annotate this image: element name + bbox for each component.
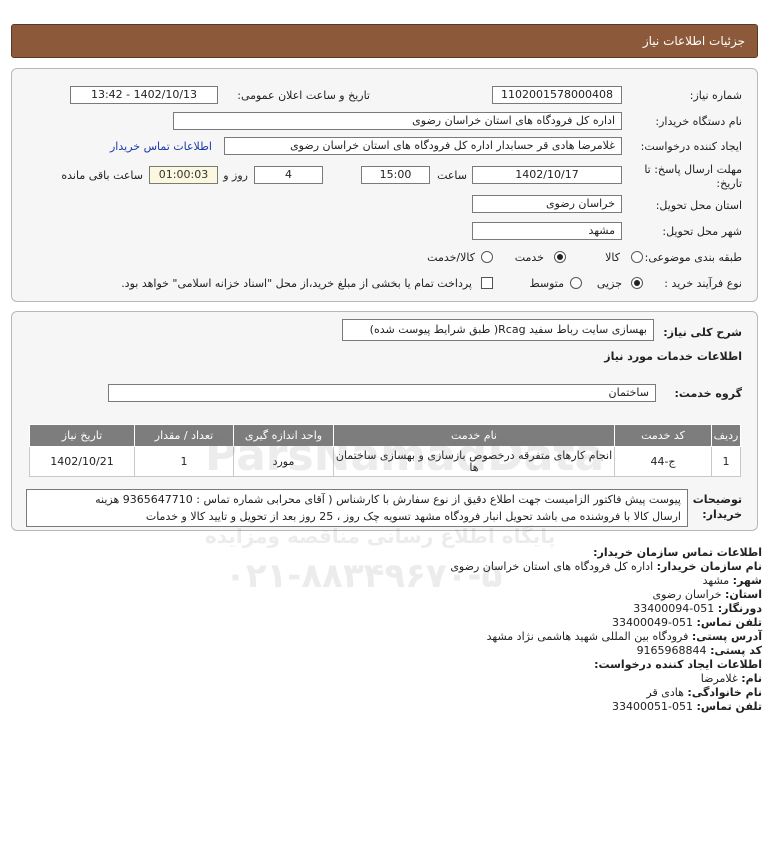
buyer-phone-line: تلفن تماس: 051-33400049 xyxy=(612,616,762,629)
creator-label: ایجاد کننده درخواست: xyxy=(640,140,742,153)
cell-row: 1 xyxy=(711,446,741,477)
buyer-fax-line: دورنگار: 051-33400094 xyxy=(633,602,762,615)
cell-code: ج-44 xyxy=(614,446,712,477)
col-date-header: تاریخ نیاز xyxy=(29,424,135,447)
creator-name-line: نام: غلامرضا xyxy=(700,672,762,685)
category-both-radio[interactable] xyxy=(481,251,493,263)
col-name-header: نام خدمت xyxy=(333,424,615,447)
category-service-radio[interactable] xyxy=(554,251,566,263)
col-row-header: ردیف xyxy=(711,424,741,447)
category-both-label: کالا/خدمت xyxy=(427,251,475,264)
treasury-checkbox[interactable] xyxy=(481,277,493,289)
announce-field: 1402/10/13 - 13:42 xyxy=(70,86,218,104)
buyer-contact-title: اطلاعات تماس سازمان خریدار: xyxy=(593,546,762,559)
buyer-contact-link[interactable]: اطلاعات تماس خریدار xyxy=(110,140,212,153)
province-field: خراسان رضوی xyxy=(472,195,622,213)
treasury-note: پرداخت تمام یا بخشی از مبلغ خرید،از محل … xyxy=(121,277,472,290)
need-number-field: 1102001578000408 xyxy=(492,86,622,104)
table-row: 1 ج-44 انجام کارهای متفرقه درخصوص بازساز… xyxy=(29,446,741,477)
process-minor-label: جزیی xyxy=(596,277,622,290)
service-group-field: ساختمان xyxy=(108,384,656,402)
creator-phone-line: تلفن تماس: 051-33400051 xyxy=(612,700,762,713)
deadline-date-field: 1402/10/17 xyxy=(472,166,622,184)
buyer-postal-line: کد پستی: 9165968844 xyxy=(636,644,762,657)
process-medium-radio[interactable] xyxy=(570,277,582,289)
cell-date: 1402/10/21 xyxy=(29,446,135,477)
cell-unit: مورد xyxy=(233,446,334,477)
notes-line-2: ارسال کالا با فروشنده می باشد تحویل انبا… xyxy=(145,510,681,523)
process-medium-label: متوسط xyxy=(529,277,564,290)
buyer-city-line: شهر: مشهد xyxy=(702,574,762,587)
buyer-address-line: آدرس پستی: فرودگاه بین المللی شهید هاشمی… xyxy=(486,630,762,643)
process-minor-radio[interactable] xyxy=(631,277,643,289)
cell-name: انجام کارهای متفرقه درخصوص بازسازی و بهس… xyxy=(333,446,615,477)
services-table: ردیف کد خدمت نام خدمت واحد اندازه گیری ت… xyxy=(29,424,741,477)
remaining-label: ساعت باقی مانده xyxy=(61,169,143,182)
service-group-label: گروه خدمت: xyxy=(674,387,742,400)
days-label: روز و xyxy=(223,169,248,182)
notes-label: توضیحات خریدار: xyxy=(692,493,742,521)
category-goods-radio[interactable] xyxy=(631,251,643,263)
process-label: نوع فرآیند خرید : xyxy=(664,277,742,290)
province-label: استان محل تحویل: xyxy=(655,199,742,212)
announce-label: تاریخ و ساعت اعلان عمومی: xyxy=(237,89,370,102)
notes-field: پیوست پیش فاکتور الزامیست جهت اطلاع دقیق… xyxy=(26,489,688,527)
cell-qty: 1 xyxy=(134,446,234,477)
time-label: ساعت xyxy=(437,169,467,182)
category-service-label: خدمت xyxy=(514,251,544,264)
page-title: جزئیات اطلاعات نیاز xyxy=(642,34,745,48)
creator-family-line: نام خانوادگی: هادی قر xyxy=(646,686,762,699)
category-goods-label: کالا xyxy=(605,251,620,264)
notes-line-1: پیوست پیش فاکتور الزامیست جهت اطلاع دقیق… xyxy=(95,493,681,506)
description-field: بهسازی سایت رباط سفید Rcag( طبق شرایط پی… xyxy=(342,319,654,341)
need-number-label: شماره نیاز: xyxy=(689,89,742,102)
col-unit-header: واحد اندازه گیری xyxy=(233,424,334,447)
remaining-time-field: 01:00:03 xyxy=(149,166,218,184)
buyer-org-line: نام سازمان خریدار: اداره کل فرودگاه های … xyxy=(450,560,762,573)
buyer-province-line: استان: خراسان رضوی xyxy=(652,588,762,601)
deadline-time-field: 15:00 xyxy=(361,166,430,184)
creator-field: غلامرضا هادی قر حسابدار اداره کل فرودگاه… xyxy=(224,137,622,155)
category-label: طبقه بندی موضوعی: xyxy=(644,251,742,264)
buyer-field: اداره کل فرودگاه های استان خراسان رضوی xyxy=(173,112,622,130)
days-field: 4 xyxy=(254,166,323,184)
city-field: مشهد xyxy=(472,222,622,240)
description-label: شرح کلی نیاز: xyxy=(663,326,742,339)
deadline-label: مهلت ارسال پاسخ: تا تاریخ: xyxy=(644,163,742,190)
table-header-row: ردیف کد خدمت نام خدمت واحد اندازه گیری ت… xyxy=(29,424,741,447)
buyer-label: نام دستگاه خریدار: xyxy=(655,115,742,128)
creator-contact-title: اطلاعات ایجاد کننده درخواست: xyxy=(594,658,762,671)
services-title: اطلاعات خدمات مورد نیاز xyxy=(604,350,742,363)
page-header: جزئیات اطلاعات نیاز xyxy=(11,24,758,58)
col-qty-header: تعداد / مقدار xyxy=(134,424,234,447)
city-label: شهر محل تحویل: xyxy=(662,225,742,238)
col-code-header: کد خدمت xyxy=(614,424,712,447)
